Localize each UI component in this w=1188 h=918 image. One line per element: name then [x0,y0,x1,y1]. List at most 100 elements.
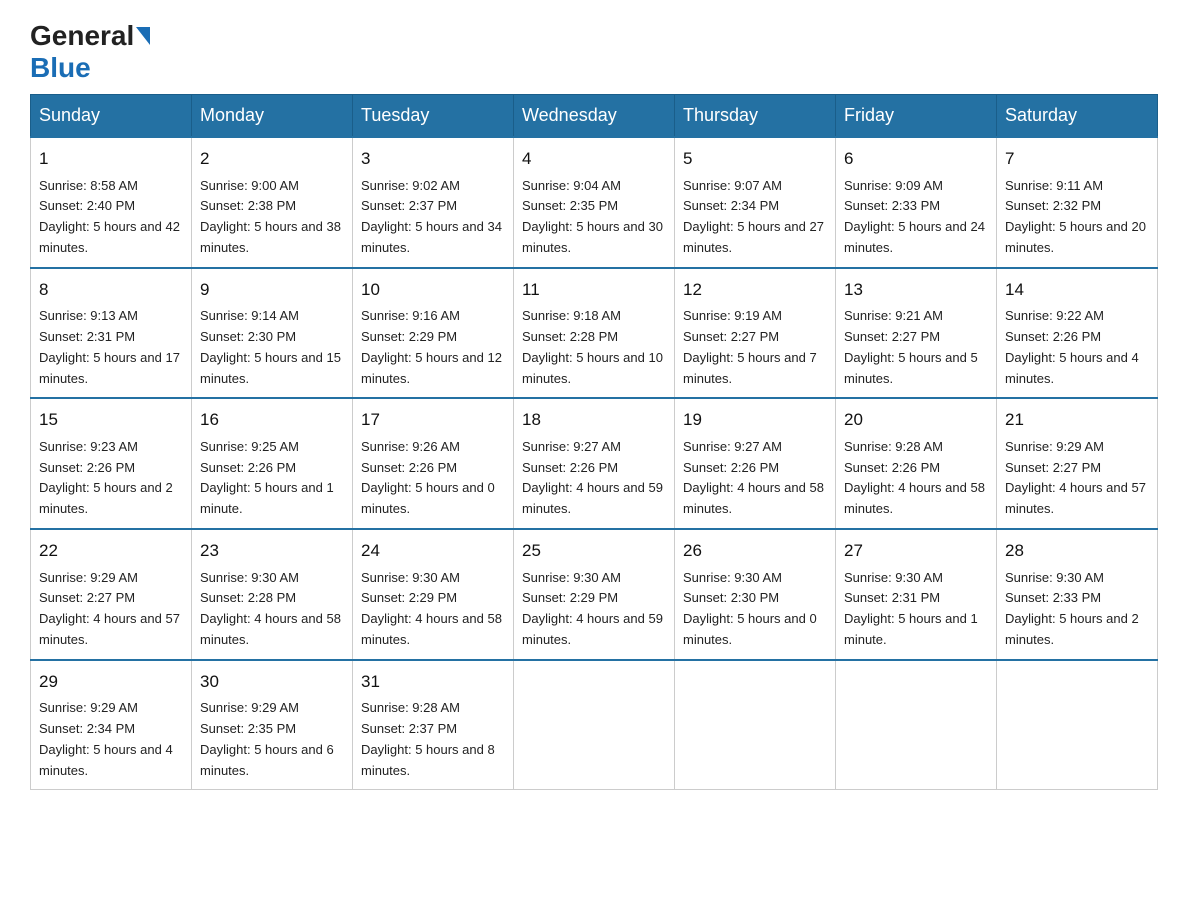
calendar-day-15: 15 Sunrise: 9:23 AMSunset: 2:26 PMDaylig… [31,398,192,529]
calendar-day-16: 16 Sunrise: 9:25 AMSunset: 2:26 PMDaylig… [192,398,353,529]
day-info: Sunrise: 9:29 AMSunset: 2:27 PMDaylight:… [1005,439,1146,516]
day-info: Sunrise: 9:02 AMSunset: 2:37 PMDaylight:… [361,178,502,255]
calendar-day-4: 4 Sunrise: 9:04 AMSunset: 2:35 PMDayligh… [514,137,675,268]
day-info: Sunrise: 9:21 AMSunset: 2:27 PMDaylight:… [844,308,978,385]
day-info: Sunrise: 9:29 AMSunset: 2:27 PMDaylight:… [39,570,180,647]
day-number: 27 [844,538,988,564]
day-number: 6 [844,146,988,172]
calendar-day-7: 7 Sunrise: 9:11 AMSunset: 2:32 PMDayligh… [997,137,1158,268]
calendar-header: SundayMondayTuesdayWednesdayThursdayFrid… [31,95,1158,138]
day-info: Sunrise: 9:26 AMSunset: 2:26 PMDaylight:… [361,439,495,516]
day-number: 21 [1005,407,1149,433]
calendar-day-24: 24 Sunrise: 9:30 AMSunset: 2:29 PMDaylig… [353,529,514,660]
calendar-day-19: 19 Sunrise: 9:27 AMSunset: 2:26 PMDaylig… [675,398,836,529]
day-info: Sunrise: 9:25 AMSunset: 2:26 PMDaylight:… [200,439,334,516]
logo: General Blue [30,20,152,84]
day-info: Sunrise: 8:58 AMSunset: 2:40 PMDaylight:… [39,178,180,255]
calendar-day-17: 17 Sunrise: 9:26 AMSunset: 2:26 PMDaylig… [353,398,514,529]
weekday-header-monday: Monday [192,95,353,138]
day-info: Sunrise: 9:30 AMSunset: 2:29 PMDaylight:… [522,570,663,647]
calendar-week-4: 22 Sunrise: 9:29 AMSunset: 2:27 PMDaylig… [31,529,1158,660]
day-number: 31 [361,669,505,695]
calendar-day-25: 25 Sunrise: 9:30 AMSunset: 2:29 PMDaylig… [514,529,675,660]
day-info: Sunrise: 9:30 AMSunset: 2:30 PMDaylight:… [683,570,817,647]
calendar-day-2: 2 Sunrise: 9:00 AMSunset: 2:38 PMDayligh… [192,137,353,268]
calendar-empty-cell [514,660,675,790]
day-info: Sunrise: 9:30 AMSunset: 2:29 PMDaylight:… [361,570,502,647]
day-info: Sunrise: 9:04 AMSunset: 2:35 PMDaylight:… [522,178,663,255]
logo-blue-text: Blue [30,52,91,84]
day-info: Sunrise: 9:14 AMSunset: 2:30 PMDaylight:… [200,308,341,385]
calendar-week-3: 15 Sunrise: 9:23 AMSunset: 2:26 PMDaylig… [31,398,1158,529]
calendar-day-1: 1 Sunrise: 8:58 AMSunset: 2:40 PMDayligh… [31,137,192,268]
day-info: Sunrise: 9:30 AMSunset: 2:31 PMDaylight:… [844,570,978,647]
calendar-day-18: 18 Sunrise: 9:27 AMSunset: 2:26 PMDaylig… [514,398,675,529]
day-number: 4 [522,146,666,172]
calendar-day-29: 29 Sunrise: 9:29 AMSunset: 2:34 PMDaylig… [31,660,192,790]
day-number: 11 [522,277,666,303]
day-info: Sunrise: 9:29 AMSunset: 2:35 PMDaylight:… [200,700,334,777]
calendar-day-27: 27 Sunrise: 9:30 AMSunset: 2:31 PMDaylig… [836,529,997,660]
day-number: 3 [361,146,505,172]
weekday-header-row: SundayMondayTuesdayWednesdayThursdayFrid… [31,95,1158,138]
day-number: 23 [200,538,344,564]
day-number: 28 [1005,538,1149,564]
calendar-week-1: 1 Sunrise: 8:58 AMSunset: 2:40 PMDayligh… [31,137,1158,268]
day-number: 2 [200,146,344,172]
day-number: 9 [200,277,344,303]
day-info: Sunrise: 9:22 AMSunset: 2:26 PMDaylight:… [1005,308,1139,385]
day-info: Sunrise: 9:30 AMSunset: 2:28 PMDaylight:… [200,570,341,647]
weekday-header-wednesday: Wednesday [514,95,675,138]
calendar-day-14: 14 Sunrise: 9:22 AMSunset: 2:26 PMDaylig… [997,268,1158,399]
day-number: 13 [844,277,988,303]
calendar-empty-cell [836,660,997,790]
day-number: 30 [200,669,344,695]
weekday-header-sunday: Sunday [31,95,192,138]
weekday-header-friday: Friday [836,95,997,138]
calendar-day-23: 23 Sunrise: 9:30 AMSunset: 2:28 PMDaylig… [192,529,353,660]
calendar-empty-cell [997,660,1158,790]
calendar-week-2: 8 Sunrise: 9:13 AMSunset: 2:31 PMDayligh… [31,268,1158,399]
day-info: Sunrise: 9:28 AMSunset: 2:37 PMDaylight:… [361,700,495,777]
day-number: 17 [361,407,505,433]
logo-arrow-icon [136,27,150,45]
calendar-day-11: 11 Sunrise: 9:18 AMSunset: 2:28 PMDaylig… [514,268,675,399]
logo-general-text: General [30,20,134,52]
day-info: Sunrise: 9:16 AMSunset: 2:29 PMDaylight:… [361,308,502,385]
weekday-header-saturday: Saturday [997,95,1158,138]
calendar-day-20: 20 Sunrise: 9:28 AMSunset: 2:26 PMDaylig… [836,398,997,529]
calendar-empty-cell [675,660,836,790]
day-info: Sunrise: 9:13 AMSunset: 2:31 PMDaylight:… [39,308,180,385]
calendar-day-9: 9 Sunrise: 9:14 AMSunset: 2:30 PMDayligh… [192,268,353,399]
page-header: General Blue [30,20,1158,84]
calendar-week-5: 29 Sunrise: 9:29 AMSunset: 2:34 PMDaylig… [31,660,1158,790]
calendar-day-8: 8 Sunrise: 9:13 AMSunset: 2:31 PMDayligh… [31,268,192,399]
day-number: 24 [361,538,505,564]
calendar-day-13: 13 Sunrise: 9:21 AMSunset: 2:27 PMDaylig… [836,268,997,399]
day-info: Sunrise: 9:28 AMSunset: 2:26 PMDaylight:… [844,439,985,516]
day-info: Sunrise: 9:27 AMSunset: 2:26 PMDaylight:… [522,439,663,516]
weekday-header-thursday: Thursday [675,95,836,138]
day-number: 22 [39,538,183,564]
weekday-header-tuesday: Tuesday [353,95,514,138]
day-number: 25 [522,538,666,564]
day-number: 16 [200,407,344,433]
calendar-day-5: 5 Sunrise: 9:07 AMSunset: 2:34 PMDayligh… [675,137,836,268]
day-number: 5 [683,146,827,172]
calendar-day-26: 26 Sunrise: 9:30 AMSunset: 2:30 PMDaylig… [675,529,836,660]
calendar-day-21: 21 Sunrise: 9:29 AMSunset: 2:27 PMDaylig… [997,398,1158,529]
calendar-day-22: 22 Sunrise: 9:29 AMSunset: 2:27 PMDaylig… [31,529,192,660]
day-info: Sunrise: 9:23 AMSunset: 2:26 PMDaylight:… [39,439,173,516]
day-number: 20 [844,407,988,433]
day-number: 12 [683,277,827,303]
calendar-day-28: 28 Sunrise: 9:30 AMSunset: 2:33 PMDaylig… [997,529,1158,660]
calendar-table: SundayMondayTuesdayWednesdayThursdayFrid… [30,94,1158,790]
day-number: 19 [683,407,827,433]
day-info: Sunrise: 9:09 AMSunset: 2:33 PMDaylight:… [844,178,985,255]
calendar-day-30: 30 Sunrise: 9:29 AMSunset: 2:35 PMDaylig… [192,660,353,790]
day-number: 15 [39,407,183,433]
day-info: Sunrise: 9:30 AMSunset: 2:33 PMDaylight:… [1005,570,1139,647]
calendar-day-12: 12 Sunrise: 9:19 AMSunset: 2:27 PMDaylig… [675,268,836,399]
day-number: 7 [1005,146,1149,172]
day-info: Sunrise: 9:27 AMSunset: 2:26 PMDaylight:… [683,439,824,516]
